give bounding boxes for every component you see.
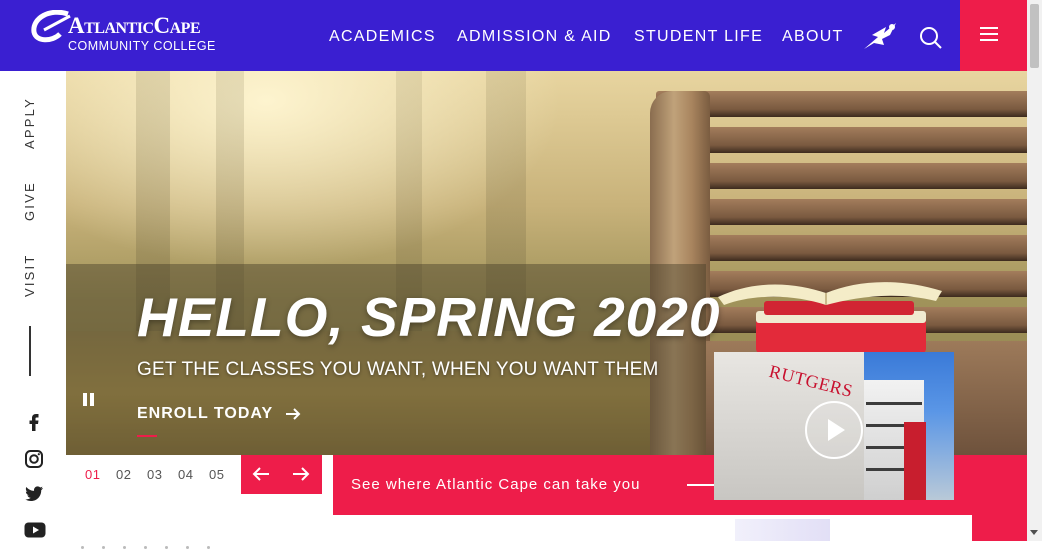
slide-indicator-04[interactable]: 04: [178, 467, 193, 482]
instagram-icon[interactable]: [24, 449, 44, 469]
cta-banner-text[interactable]: See where Atlantic Cape can take you: [351, 476, 641, 493]
search-icon[interactable]: [919, 26, 943, 50]
facebook-icon[interactable]: [24, 412, 44, 432]
enroll-today-link[interactable]: ENROLL TODAY: [137, 405, 273, 423]
decorative-shape: [735, 519, 830, 541]
nav-admission-aid[interactable]: ADMISSION & AID: [457, 28, 612, 46]
twitter-icon[interactable]: [24, 485, 44, 503]
logo-subtitle: COMMUNITY COLLEGE: [68, 39, 216, 53]
flying-hero-icon[interactable]: [862, 21, 900, 51]
scrollbar-thumb[interactable]: [1030, 4, 1039, 68]
arrow-right-icon[interactable]: [285, 407, 301, 421]
rail-link-apply[interactable]: APPLY: [22, 97, 37, 149]
accent-strip: [972, 515, 1027, 541]
nav-academics[interactable]: ACADEMICS: [329, 28, 436, 46]
content-strip: [333, 515, 972, 541]
site-logo[interactable]: AtlanticCape COMMUNITY COLLEGE: [30, 10, 230, 58]
slide-arrows: [241, 455, 322, 494]
video-thumbnail[interactable]: RUTGERS: [714, 352, 954, 500]
play-icon[interactable]: [804, 400, 864, 460]
hero-subtitle: GET THE CLASSES YOU WANT, WHEN YOU WANT …: [137, 359, 659, 380]
hero-title: HELLO, SPRING 2020: [137, 286, 721, 348]
slide-indicator-05[interactable]: 05: [209, 467, 224, 482]
scroll-down-arrow-icon[interactable]: [1030, 530, 1038, 535]
youtube-icon[interactable]: [24, 522, 46, 538]
logo-wordmark: AtlanticCape: [68, 13, 201, 38]
rail-link-give[interactable]: GIVE: [22, 181, 37, 221]
building-window: [866, 402, 922, 405]
site-header: AtlanticCape COMMUNITY COLLEGE ACADEMICS…: [0, 0, 1027, 71]
nav-student-life[interactable]: STUDENT LIFE: [634, 28, 763, 46]
books-illustration: [718, 282, 942, 353]
slide-indicator-01[interactable]: 01: [85, 467, 100, 482]
rail-link-visit[interactable]: VISIT: [22, 253, 37, 297]
enroll-underline: [137, 435, 157, 437]
arrow-right-icon[interactable]: [292, 466, 310, 482]
arrow-left-icon[interactable]: [252, 466, 270, 482]
pause-icon[interactable]: [83, 393, 94, 406]
hamburger-menu-icon: [980, 27, 998, 41]
nav-about[interactable]: ABOUT: [782, 28, 844, 46]
menu-button[interactable]: [960, 0, 1027, 71]
decorative-dots: [81, 536, 228, 554]
slide-indicator-03[interactable]: 03: [147, 467, 162, 482]
rail-divider: [29, 326, 31, 376]
building-accent: [904, 422, 926, 500]
page-scrollbar[interactable]: [1027, 0, 1042, 541]
slide-indicator-02[interactable]: 02: [116, 467, 131, 482]
